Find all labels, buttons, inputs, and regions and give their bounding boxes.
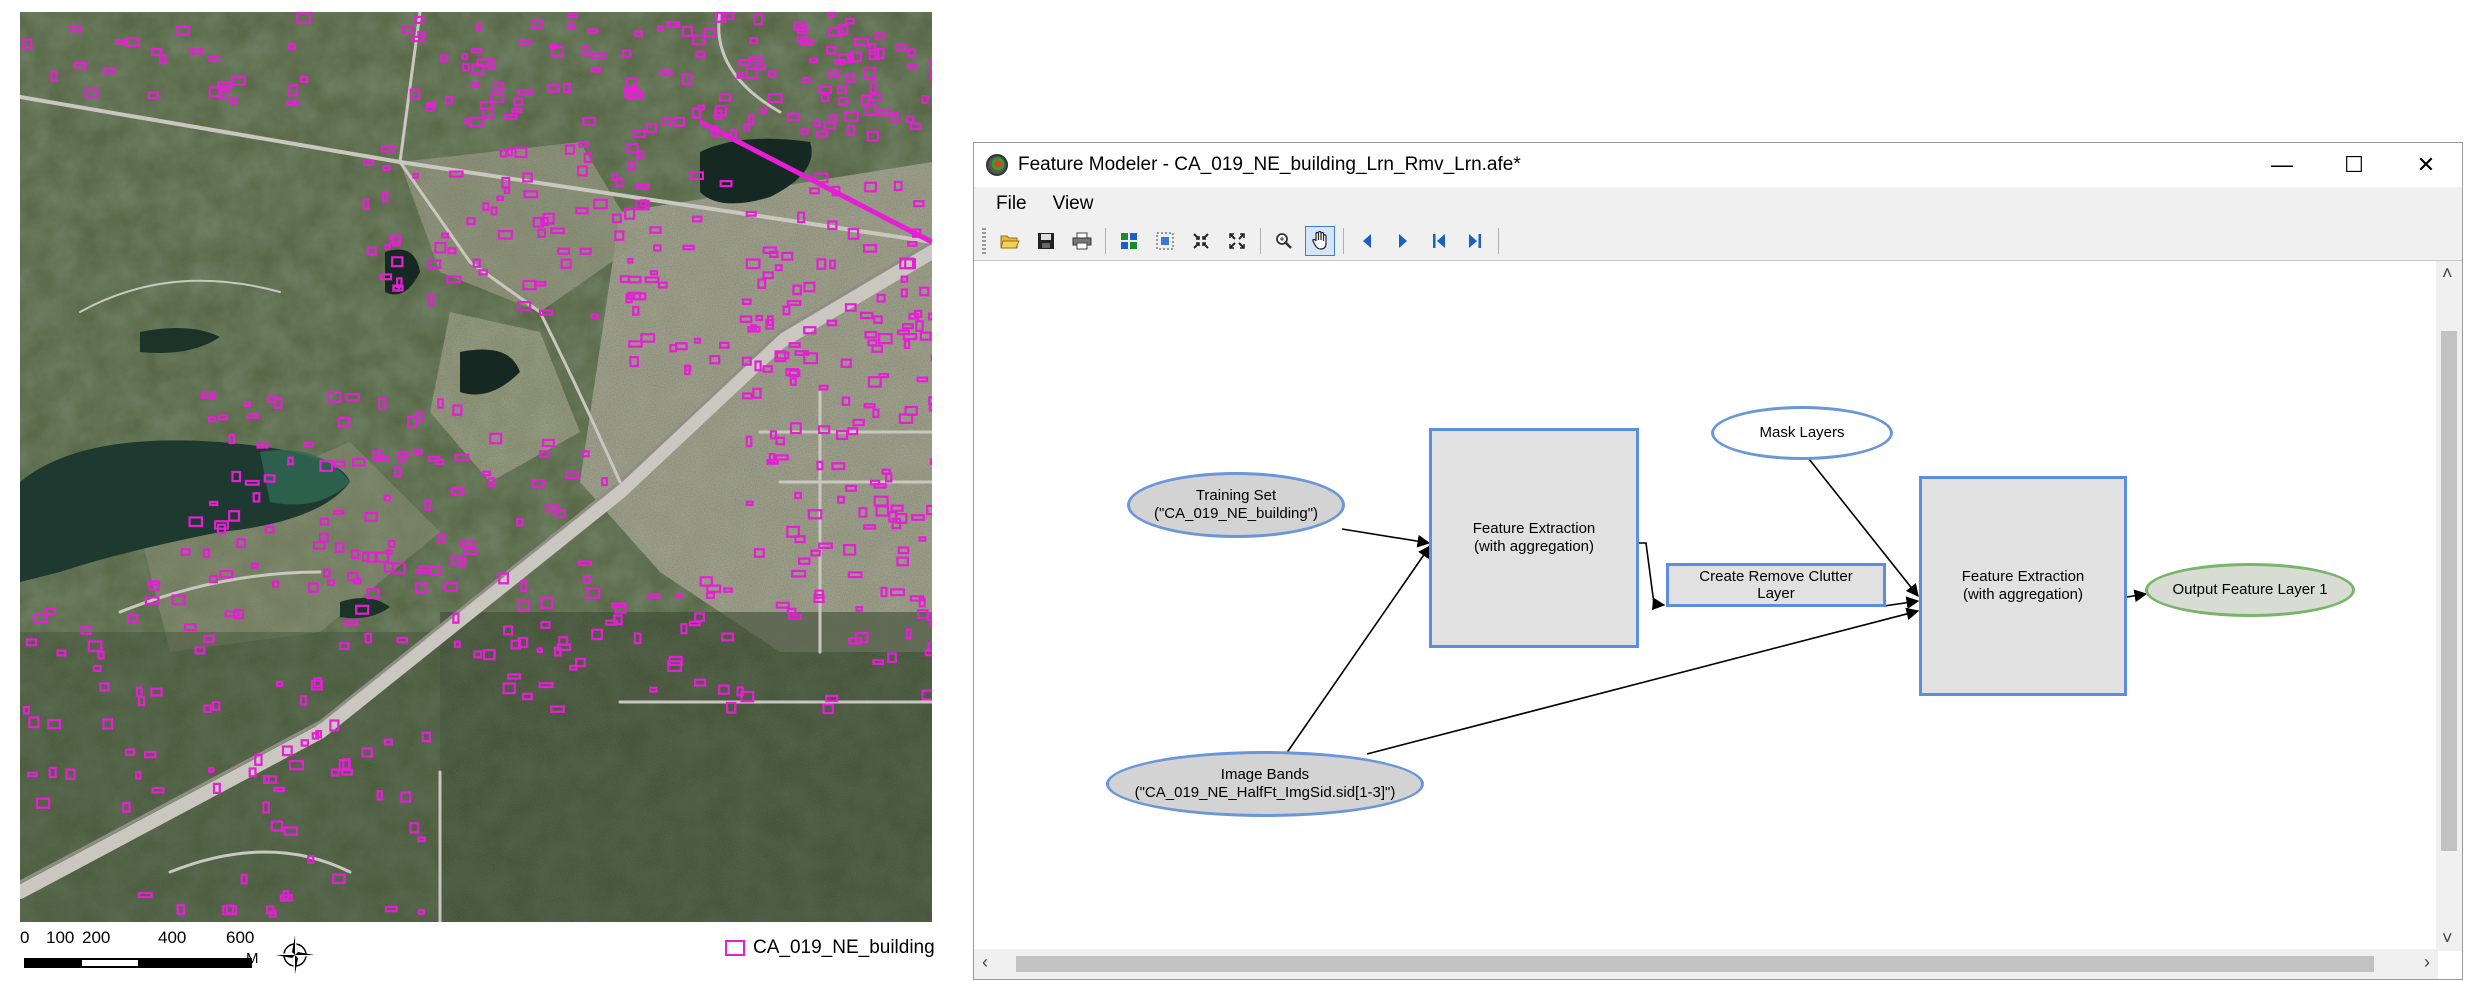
node-label: Image Bands ("CA_019_NE_HalfFt_ImgSid.si… (1134, 766, 1396, 801)
node-label: Feature Extraction (with aggregation) (1961, 568, 2085, 603)
node-mask-layers[interactable]: Mask Layers (1711, 406, 1893, 460)
aerial-map[interactable] (20, 12, 932, 922)
node-label: Training Set ("CA_019_NE_building") (1153, 487, 1319, 522)
model-canvas[interactable]: Training Set ("CA_019_NE_building") Imag… (974, 261, 2438, 951)
node-label: Output Feature Layer 1 (2172, 581, 2328, 598)
collapse-button[interactable] (1186, 226, 1216, 256)
node-label: Mask Layers (1759, 424, 1845, 441)
scale-tick: 600 (226, 928, 255, 947)
scale-tick: 0 (20, 928, 30, 947)
north-arrow-icon (276, 936, 314, 974)
next-button[interactable] (1388, 226, 1418, 256)
edge-clutter-to-fe2 (1883, 596, 1920, 610)
horizontal-scroll-thumb[interactable] (1016, 956, 2374, 972)
edge-bands-to-fe1 (1285, 544, 1431, 755)
map-legend: CA_019_NE_building (725, 937, 935, 959)
legend-swatch (725, 940, 745, 956)
maximize-button[interactable]: ☐ (2318, 143, 2390, 187)
node-feature-extraction-1[interactable]: Feature Extraction (with aggregation) (1429, 428, 1639, 648)
toolbar-separator (1105, 227, 1106, 254)
building-footprint (929, 458, 932, 466)
layout-button[interactable] (1114, 226, 1144, 256)
scale-unit: M (246, 950, 259, 967)
open-button[interactable] (995, 226, 1025, 256)
scroll-right-icon[interactable]: › (2424, 952, 2430, 973)
minimize-button[interactable]: — (2246, 143, 2318, 187)
node-image-bands[interactable]: Image Bands ("CA_019_NE_HalfFt_ImgSid.si… (1106, 751, 1424, 817)
toolbar (974, 221, 2462, 261)
scale-tick: 200 (82, 928, 111, 947)
expand-button[interactable] (1222, 226, 1252, 256)
save-icon (1038, 232, 1054, 249)
feature-modeler-window[interactable]: Feature Modeler - CA_019_NE_building_Lrn… (973, 142, 2463, 980)
node-feature-extraction-2[interactable]: Feature Extraction (with aggregation) (1919, 476, 2127, 696)
layout-icon (1121, 232, 1137, 249)
edge-training-to-fe1 (1341, 528, 1431, 548)
building-footprint (929, 618, 932, 628)
scroll-up-icon[interactable]: ˄ (2442, 263, 2453, 284)
last-icon (1469, 233, 1481, 248)
fit-button[interactable] (1150, 226, 1180, 256)
title-bar[interactable]: Feature Modeler - CA_019_NE_building_Lrn… (974, 143, 2462, 187)
aerial-imagery (20, 12, 932, 922)
previous-button[interactable] (1352, 226, 1382, 256)
horizontal-scrollbar[interactable]: ‹ › (974, 949, 2438, 979)
edge-fe2-to-output (2126, 589, 2148, 603)
first-icon (1433, 233, 1445, 248)
app-icon (986, 154, 1008, 176)
toolbar-separator (1498, 227, 1499, 254)
node-label: Create Remove Clutter Layer (1699, 568, 1853, 602)
legend-label: CA_019_NE_building (753, 937, 935, 958)
node-label: Feature Extraction (with aggregation) (1472, 520, 1596, 555)
next-icon (1399, 233, 1407, 248)
previous-icon (1363, 233, 1371, 248)
scale-tick: 100 (46, 928, 75, 947)
window-controls: — ☐ ✕ (2246, 143, 2462, 187)
print-button[interactable] (1067, 226, 1097, 256)
zoom-icon (1276, 232, 1292, 249)
pan-icon (1312, 230, 1327, 250)
open-icon (1000, 235, 1020, 248)
menu-view[interactable]: View (1053, 193, 1094, 215)
toolbar-separator (1260, 227, 1261, 254)
pan-button[interactable] (1305, 225, 1335, 256)
menu-file[interactable]: File (996, 193, 1027, 215)
node-output-feature-layer[interactable]: Output Feature Layer 1 (2145, 563, 2355, 617)
zoom-button[interactable] (1269, 226, 1299, 256)
menu-bar: File View (974, 187, 2462, 221)
node-training-set[interactable]: Training Set ("CA_019_NE_building") (1127, 472, 1345, 538)
fit-icon (1156, 232, 1174, 249)
close-button[interactable]: ✕ (2390, 143, 2462, 187)
scroll-left-icon[interactable]: ‹ (982, 952, 988, 973)
toolbar-separator (1343, 227, 1344, 254)
vertical-scrollbar[interactable]: ˄ ˅ (2436, 261, 2462, 951)
node-create-remove-clutter[interactable]: Create Remove Clutter Layer (1666, 563, 1886, 607)
collapse-icon (1193, 232, 1209, 249)
first-button[interactable] (1424, 226, 1454, 256)
print-icon (1072, 232, 1092, 249)
window-title: Feature Modeler - CA_019_NE_building_Lrn… (1018, 154, 1521, 175)
scale-bar (24, 958, 252, 968)
scale-tick: 400 (158, 928, 187, 947)
toolbar-grip[interactable] (982, 227, 986, 254)
save-button[interactable] (1031, 226, 1061, 256)
edge-fe1-to-clutter (1638, 542, 1666, 611)
last-button[interactable] (1460, 226, 1490, 256)
scroll-down-icon[interactable]: ˅ (2442, 928, 2453, 949)
expand-icon (1229, 232, 1245, 249)
vertical-scroll-thumb[interactable] (2441, 331, 2457, 851)
